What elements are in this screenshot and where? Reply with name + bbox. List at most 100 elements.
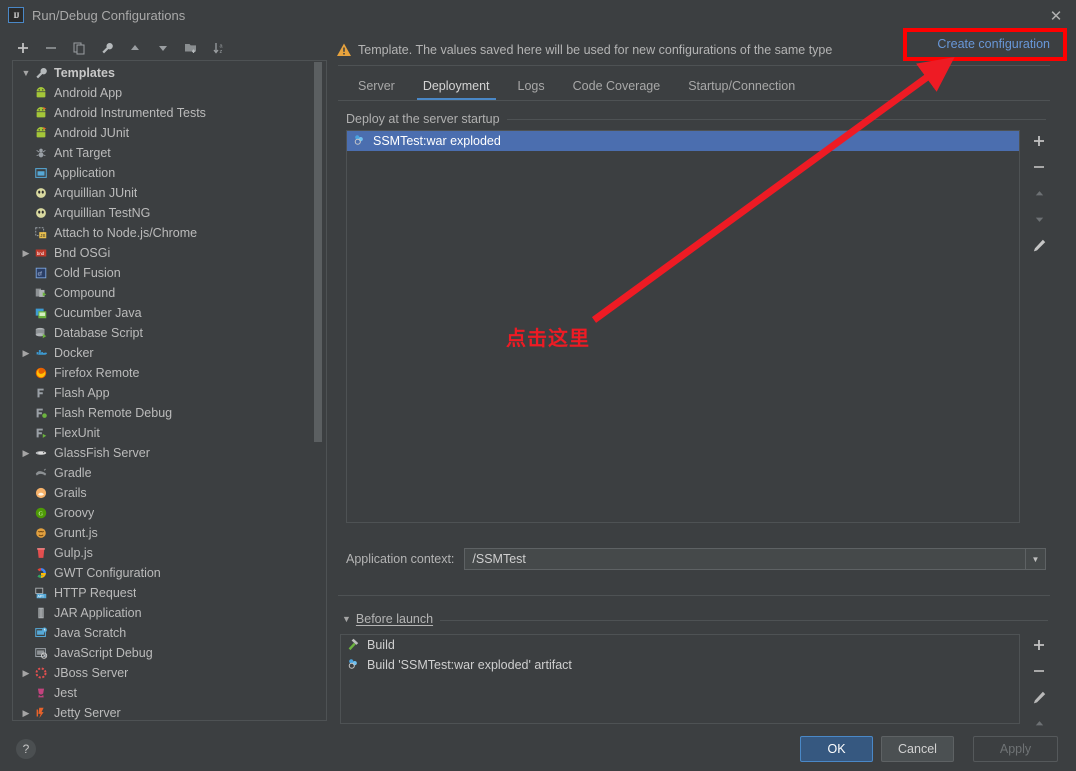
deployment-row[interactable]: SSMTest:war exploded	[347, 131, 1019, 151]
remove-artifact-button[interactable]	[1028, 156, 1050, 178]
tree-item-arquillian-testng[interactable]: ▶ Arquillian TestNG	[13, 203, 326, 223]
tree-item-jar-application[interactable]: ▶JAR Application	[13, 603, 326, 623]
chevron-down-icon[interactable]: ▼	[1025, 549, 1045, 569]
chevron-right-icon[interactable]: ▶	[19, 703, 33, 720]
tree-item-gwt-configuration[interactable]: ▶ GWT Configuration	[13, 563, 326, 583]
tree-item-java-scratch[interactable]: ▶ Java Scratch	[13, 623, 326, 643]
gulp-icon	[33, 545, 49, 561]
tree-item-compound[interactable]: ▶ Compound	[13, 283, 326, 303]
tree-scrollbar-thumb[interactable]	[314, 62, 322, 442]
edit-task-button[interactable]	[1028, 686, 1050, 708]
move-artifact-down-button[interactable]	[1028, 208, 1050, 230]
tree-item-bnd-osgi[interactable]: ▶ bnd Bnd OSGi	[13, 243, 326, 263]
remove-configuration-button[interactable]	[38, 37, 64, 59]
move-up-button[interactable]	[122, 37, 148, 59]
tree-item-javascript-debug[interactable]: ▶ JavaScript Debug	[13, 643, 326, 663]
tree-item-cucumber-java[interactable]: ▶ Cucumber Java	[13, 303, 326, 323]
application-context-combo[interactable]: /SSMTest ▼	[464, 548, 1046, 570]
move-down-button[interactable]	[150, 37, 176, 59]
tree-item-label: Grails	[54, 486, 87, 500]
tree-item-grails[interactable]: ▶Grails	[13, 483, 326, 503]
move-artifact-up-button[interactable]	[1028, 182, 1050, 204]
configurations-toolbar: a z	[10, 36, 310, 60]
tree-item-label: Java Scratch	[54, 626, 127, 640]
tab-code-coverage[interactable]: Code Coverage	[559, 79, 675, 100]
flash-debug-icon	[33, 405, 49, 421]
chevron-right-icon[interactable]: ▶	[19, 663, 33, 683]
tree-item-android-junit[interactable]: ▶ Android JUnit	[13, 123, 326, 143]
move-into-folder-button[interactable]	[178, 37, 204, 59]
tree-item-jest[interactable]: ▶Jest	[13, 683, 326, 703]
tree-item-cold-fusion[interactable]: ▶ cfCold Fusion	[13, 263, 326, 283]
wrench-icon	[33, 65, 49, 81]
bnd-osgi-icon: bnd	[33, 245, 49, 261]
tree-item-glassfish-server[interactable]: ▶ GlassFish Server	[13, 443, 326, 463]
add-task-button[interactable]	[1028, 634, 1050, 656]
before-launch-title: Before launch	[355, 612, 434, 626]
application-context-value[interactable]: /SSMTest	[465, 552, 1025, 566]
chevron-right-icon[interactable]: ▶	[19, 443, 33, 463]
tab-server[interactable]: Server	[344, 79, 409, 100]
before-launch-divider	[338, 595, 1050, 596]
edit-artifact-button[interactable]	[1028, 234, 1050, 256]
before-launch-row[interactable]: Build 'SSMTest:war exploded' artifact	[341, 655, 1019, 675]
tree-item-label: Gradle	[54, 466, 92, 480]
tree-item-ant-target[interactable]: ▶ Ant Target	[13, 143, 326, 163]
tree-item-label: Jest	[54, 686, 77, 700]
tree-item-label: HTTP Request	[54, 586, 137, 600]
cancel-button[interactable]: Cancel	[881, 736, 954, 762]
add-configuration-button[interactable]	[10, 37, 36, 59]
tree-root-templates[interactable]: ▼ Templates	[13, 63, 326, 83]
tree-item-label: Ant Target	[54, 146, 111, 160]
gradle-icon	[33, 465, 49, 481]
close-icon[interactable]: ✕	[1046, 6, 1066, 26]
tree-item-docker[interactable]: ▶ Docker	[13, 343, 326, 363]
tree-item-label: Attach to Node.js/Chrome	[54, 226, 198, 240]
flash-icon	[33, 385, 49, 401]
tree-item-firefox-remote[interactable]: ▶Firefox Remote	[13, 363, 326, 383]
before-launch-task-list[interactable]: Build Build 'SSMTest:war exploded' artif…	[340, 634, 1020, 724]
chevron-down-icon[interactable]: ▼	[19, 63, 33, 83]
tree-item-android-instrumented-tests[interactable]: ▶ Android Instrumented Tests	[13, 103, 326, 123]
create-configuration-link[interactable]: Create configuration	[937, 37, 1050, 51]
tree-item-http-request[interactable]: ▶ APIHTTP Request	[13, 583, 326, 603]
chevron-right-icon[interactable]: ▶	[19, 243, 33, 263]
dialog-footer: ? OK Cancel Apply	[0, 728, 1076, 771]
tree-item-application[interactable]: ▶ Application	[13, 163, 326, 183]
copy-configuration-button[interactable]	[66, 37, 92, 59]
window-title: Run/Debug Configurations	[32, 7, 186, 23]
before-launch-line	[342, 620, 1048, 621]
tree-scrollbar-track[interactable]	[314, 61, 324, 720]
sort-alphabetically-button[interactable]: a z	[206, 37, 232, 59]
tree-item-label: Grunt.js	[54, 526, 98, 540]
ok-button[interactable]: OK	[800, 736, 873, 762]
chevron-right-icon[interactable]: ▶	[19, 343, 33, 363]
tree-item-gradle[interactable]: ▶ Gradle	[13, 463, 326, 483]
tree-item-label: Flash Remote Debug	[54, 406, 173, 420]
tree-item-flexunit[interactable]: ▶FlexUnit	[13, 423, 326, 443]
tree-item-jetty-server[interactable]: ▶ Jetty Server	[13, 703, 326, 720]
add-artifact-button[interactable]	[1028, 130, 1050, 152]
before-launch-header[interactable]: ▼ Before launch	[342, 612, 441, 626]
edit-templates-button[interactable]	[94, 37, 120, 59]
before-launch-row[interactable]: Build	[341, 635, 1019, 655]
tree-item-grunt-js[interactable]: ▶ Grunt.js	[13, 523, 326, 543]
tree-item-flash-remote-debug[interactable]: ▶Flash Remote Debug	[13, 403, 326, 423]
tree-item-gulp-js[interactable]: ▶Gulp.js	[13, 543, 326, 563]
application-context-label: Application context:	[346, 552, 455, 566]
tree-item-android-app[interactable]: ▶ Android App	[13, 83, 326, 103]
deployment-artifacts-list[interactable]: SSMTest:war exploded	[346, 130, 1020, 523]
warning-icon	[336, 42, 352, 58]
title-bar: IJ Run/Debug Configurations	[0, 0, 1076, 30]
tree-item-jboss-server[interactable]: ▶ JBoss Server	[13, 663, 326, 683]
tree-item-arquillian-junit[interactable]: ▶ Arquillian JUnit	[13, 183, 326, 203]
tree-item-flash-app[interactable]: ▶Flash App	[13, 383, 326, 403]
remove-task-button[interactable]	[1028, 660, 1050, 682]
tab-logs[interactable]: Logs	[504, 79, 559, 100]
tree-item-attach-to-node-js-chrome[interactable]: ▶ JSAttach to Node.js/Chrome	[13, 223, 326, 243]
tree-item-groovy[interactable]: ▶GGroovy	[13, 503, 326, 523]
help-button[interactable]: ?	[16, 739, 36, 759]
tree-item-database-script[interactable]: ▶ Database Script	[13, 323, 326, 343]
tab-startup-connection[interactable]: Startup/Connection	[674, 79, 809, 100]
tab-deployment[interactable]: Deployment	[409, 79, 504, 100]
